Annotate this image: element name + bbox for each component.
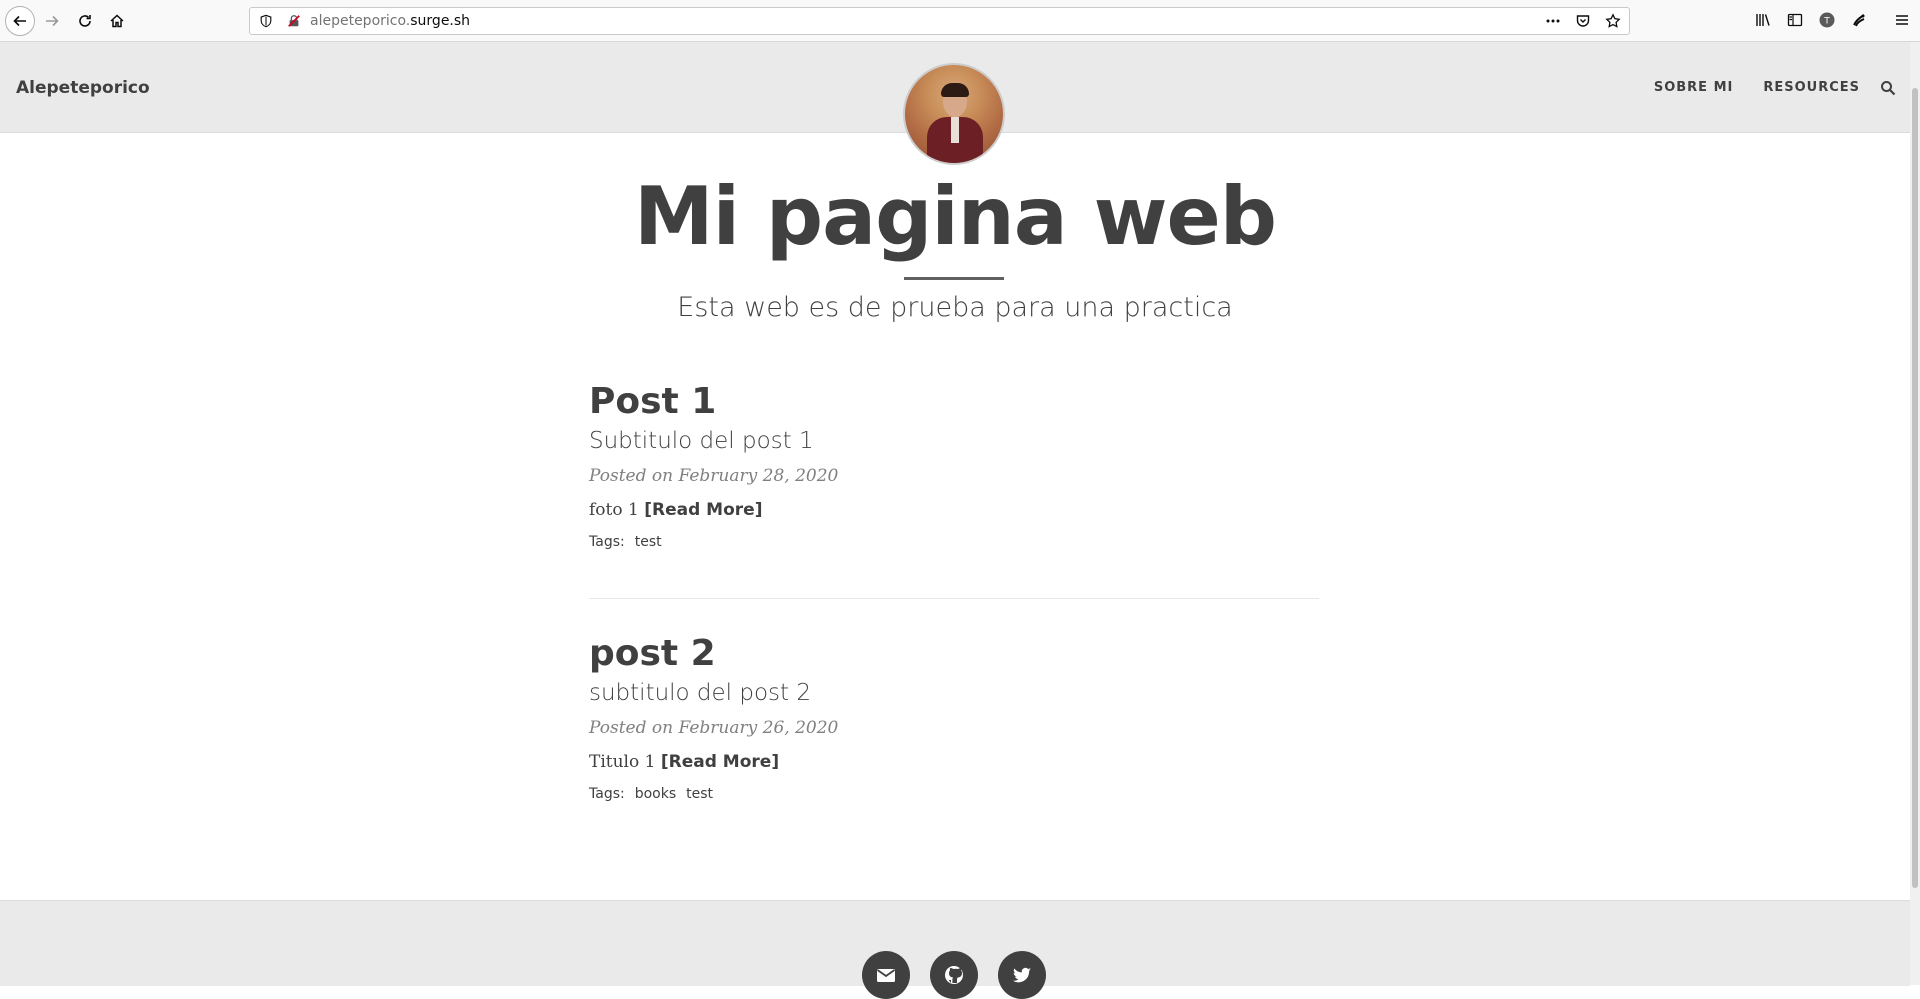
- sidebar-icon: [1787, 13, 1803, 27]
- bookmark-star-icon[interactable]: [1605, 13, 1621, 29]
- github-link[interactable]: [930, 951, 978, 999]
- title-divider: [904, 277, 1004, 280]
- url-host-main: surge.sh: [410, 13, 471, 29]
- url-actions: [1545, 13, 1621, 29]
- back-button[interactable]: [5, 6, 35, 36]
- more-icon[interactable]: [1545, 13, 1561, 29]
- home-icon: [110, 14, 124, 28]
- library-icon: [1756, 14, 1770, 26]
- post-subtitle[interactable]: Subtitulo del post 1: [589, 426, 1319, 456]
- post-subtitle[interactable]: subtitulo del post 2: [589, 678, 1319, 708]
- avatar-hair: [941, 83, 969, 97]
- read-more-link[interactable]: [Read More]: [661, 752, 779, 772]
- post-excerpt: Titulo 1 [Read More]: [589, 752, 1319, 772]
- post-divider: [589, 598, 1319, 599]
- sidebar-button[interactable]: [1787, 12, 1803, 28]
- reload-icon: [79, 15, 91, 27]
- back-icon: [13, 15, 26, 27]
- read-more-link[interactable]: [Read More]: [644, 500, 762, 520]
- extension-icon: [1853, 14, 1865, 27]
- github-icon: [945, 966, 963, 984]
- nav-link-sobre-mi[interactable]: SOBRE MI: [1654, 80, 1734, 95]
- search-icon[interactable]: [1880, 80, 1896, 96]
- post-preview: Post 1 Subtitulo del post 1 Posted on Fe…: [589, 380, 1319, 550]
- post-preview: post 2 subtitulo del post 2 Posted on Fe…: [589, 632, 1319, 802]
- tags-label: Tags:: [589, 786, 625, 802]
- menu-icon: [1896, 15, 1908, 25]
- extension-button[interactable]: [1851, 12, 1867, 28]
- avatar[interactable]: [903, 63, 1005, 165]
- url-text[interactable]: alepeteporico.surge.sh: [310, 13, 470, 29]
- account-icon: T: [1819, 12, 1835, 28]
- page-subtitle: Esta web es de prueba para una practica: [677, 292, 1233, 323]
- browser-toolbar: alepeteporico.surge.sh T: [0, 0, 1920, 42]
- tags-label: Tags:: [589, 534, 625, 550]
- account-initial: T: [1823, 17, 1830, 27]
- library-button[interactable]: [1755, 12, 1771, 28]
- post-title[interactable]: Post 1: [589, 380, 1319, 424]
- site-brand[interactable]: Alepeteporico: [16, 78, 150, 98]
- post-meta: Posted on February 26, 2020: [589, 718, 839, 738]
- post-tags: Tags: test: [589, 534, 1319, 550]
- reload-button[interactable]: [70, 6, 100, 36]
- shield-icon[interactable]: [259, 14, 273, 28]
- pocket-icon[interactable]: [1575, 13, 1591, 29]
- scrollbar-thumb[interactable]: [1912, 88, 1918, 888]
- twitter-link[interactable]: [998, 951, 1046, 999]
- post-tags: Tags: books test: [589, 786, 1319, 802]
- avatar-shirt: [951, 117, 959, 143]
- tag-link[interactable]: test: [635, 534, 662, 550]
- tag-link[interactable]: test: [686, 786, 713, 802]
- forward-icon: [46, 15, 59, 27]
- email-icon: [876, 969, 896, 982]
- twitter-icon: [1013, 967, 1031, 983]
- page-scrollbar[interactable]: [1910, 42, 1920, 985]
- url-bar[interactable]: alepeteporico.surge.sh: [249, 7, 1630, 35]
- post-title[interactable]: post 2: [589, 632, 1319, 676]
- nav-links: SOBRE MI RESOURCES: [1654, 80, 1860, 95]
- page-title: Mi pagina web: [633, 170, 1277, 263]
- post-excerpt: foto 1 [Read More]: [589, 500, 1319, 520]
- home-button[interactable]: [102, 6, 132, 36]
- post-meta: Posted on February 28, 2020: [589, 466, 839, 486]
- url-host-prefix: alepeteporico.: [310, 13, 411, 29]
- insecure-lock-icon[interactable]: [287, 14, 301, 28]
- email-link[interactable]: [862, 951, 910, 999]
- forward-button[interactable]: [37, 6, 67, 36]
- account-button[interactable]: T: [1819, 12, 1835, 28]
- post-excerpt-text: Titulo 1: [589, 752, 656, 772]
- tag-link[interactable]: books: [635, 786, 676, 802]
- menu-button[interactable]: [1894, 12, 1910, 28]
- nav-link-resources[interactable]: RESOURCES: [1763, 80, 1860, 95]
- post-excerpt-text: foto 1: [589, 500, 639, 520]
